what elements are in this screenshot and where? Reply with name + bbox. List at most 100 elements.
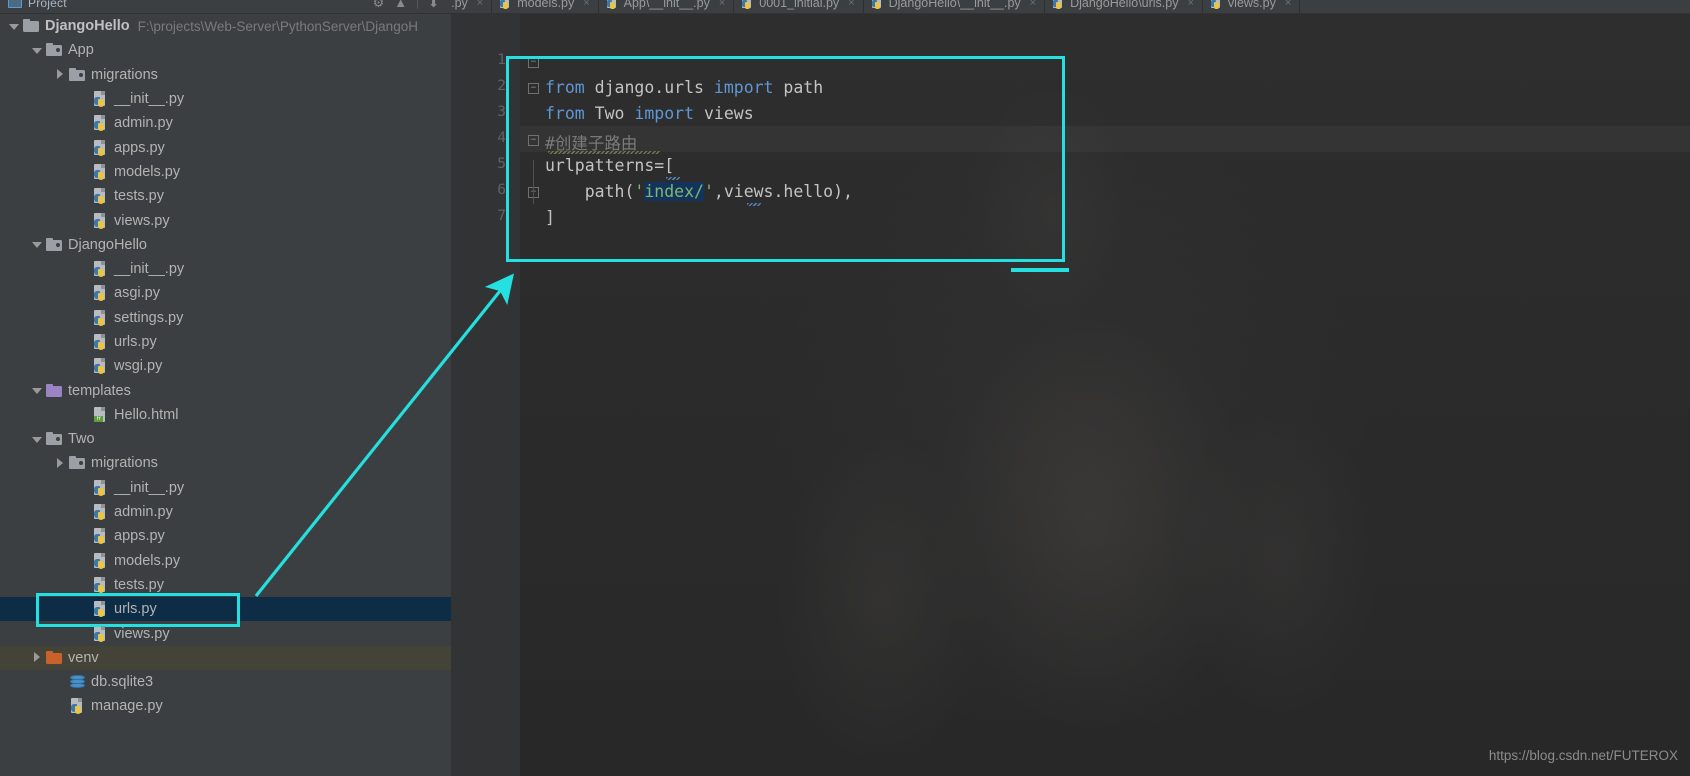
tree-row-label: asgi.py: [114, 285, 160, 302]
tree-row-two[interactable]: Two: [0, 427, 451, 451]
py-icon: [92, 188, 109, 205]
tree-row-template-[interactable]: templates: [0, 378, 451, 402]
chevron-right-icon[interactable]: [54, 457, 67, 470]
chevron-down-icon[interactable]: [31, 44, 44, 57]
tree-row-url--py[interactable]: urls.py: [0, 597, 451, 622]
tree-row-te-t--py[interactable]: tests.py: [0, 573, 451, 597]
tree-row-hello-html[interactable]: H Hello.html: [0, 403, 451, 427]
tree-row-__init__-py[interactable]: __init__.py: [0, 476, 451, 500]
close-icon[interactable]: ×: [583, 0, 589, 9]
close-icon[interactable]: ×: [1187, 0, 1193, 9]
tree-row-label: wsgi.py: [114, 358, 163, 375]
code-token: import: [634, 104, 695, 123]
close-icon[interactable]: ×: [1030, 0, 1036, 9]
close-icon[interactable]: ×: [848, 0, 854, 9]
tree-row-app--py[interactable]: apps.py: [0, 524, 451, 548]
line-number: 5: [497, 156, 506, 172]
tree-row-url--py[interactable]: urls.py: [0, 330, 451, 354]
tree-row-djangohello[interactable]: DjangoHello: [0, 233, 451, 257]
editor-area: apps.py×models.py×App\__init__.py×0001_i…: [451, 0, 1690, 776]
code-line-7[interactable]: ]: [545, 208, 555, 227]
python-file-icon: [871, 0, 884, 9]
tree-row-label: App: [68, 42, 94, 59]
tree-row-te-t--py[interactable]: tests.py: [0, 184, 451, 208]
tree-row-__init__-py[interactable]: __init__.py: [0, 87, 451, 111]
tree-row-label: models.py: [114, 163, 181, 180]
fold-guide-line: [533, 160, 534, 204]
chevron-down-icon[interactable]: [31, 433, 44, 446]
code-fold-icon[interactable]: −: [528, 83, 539, 94]
tree-row-model--py[interactable]: models.py: [0, 549, 451, 573]
tree-row--etting--py[interactable]: settings.py: [0, 306, 451, 330]
py-icon: [69, 698, 86, 715]
code-token: from: [545, 78, 585, 97]
editor-tab-models-py[interactable]: models.py ×: [492, 0, 599, 13]
editor-tab-label: App\__init__.py: [623, 0, 710, 10]
tree-row-manage-py[interactable]: manage.py: [0, 694, 451, 718]
tree-row-label: models.py: [114, 552, 181, 569]
settings-gear-icon[interactable]: ⚙: [373, 0, 385, 9]
chevron-down-icon[interactable]: [31, 384, 44, 397]
tree-row-a-gi-py[interactable]: asgi.py: [0, 281, 451, 305]
chevron-down-icon[interactable]: [31, 238, 44, 251]
editor-tab-label: DjangoHello\__init__.py: [888, 0, 1021, 10]
editor-tab-djangohello-__init__-py[interactable]: DjangoHello\__init__.py ×: [864, 0, 1046, 13]
chevron-right-icon[interactable]: [54, 68, 67, 81]
tree-row-label: DjangoHello: [68, 236, 147, 253]
tree-row-migration-[interactable]: migrations: [0, 451, 451, 475]
code-line-2[interactable]: from django.urls import path: [545, 78, 823, 97]
tree-row-label: settings.py: [114, 309, 184, 326]
current-line-highlight: [520, 126, 1690, 152]
tree-row-app[interactable]: App: [0, 38, 451, 62]
tree-row-label: urls.py: [114, 601, 157, 618]
tree-row-label: venv: [68, 649, 99, 666]
tree-row-migration-[interactable]: migrations: [0, 63, 451, 87]
tree-row-__init__-py[interactable]: __init__.py: [0, 257, 451, 281]
close-icon[interactable]: ×: [719, 0, 725, 9]
code-line-5[interactable]: urlpatterns=[: [545, 156, 674, 175]
tree-row-view--py[interactable]: views.py: [0, 208, 451, 232]
line-number: 6: [497, 182, 506, 198]
editor-tab-djangohello-urls-py[interactable]: DjangoHello\urls.py ×: [1045, 0, 1203, 13]
tree-row-admin-py[interactable]: admin.py: [0, 500, 451, 524]
tree-row-admin-py[interactable]: admin.py: [0, 111, 451, 135]
code-content[interactable]: from django.urls import path from Two imp…: [520, 14, 1690, 776]
tree-row-label: views.py: [114, 212, 170, 229]
tree-row-w-gi-py[interactable]: wsgi.py: [0, 354, 451, 378]
tree-row-venv[interactable]: venv: [0, 645, 451, 671]
py-icon: [92, 576, 109, 593]
inspection-squiggle: [666, 177, 680, 180]
code-line-6[interactable]: path('index/',views.hello),: [545, 182, 853, 201]
tree-row-view--py[interactable]: views.py: [0, 621, 451, 645]
editor-tab-app-__init__-py[interactable]: App\__init__.py ×: [599, 0, 735, 13]
python-file-icon: [1210, 0, 1223, 9]
editor-tab-apps-py[interactable]: apps.py ×: [451, 0, 493, 13]
editor-tab-label: apps.py: [451, 0, 468, 10]
code-fold-icon[interactable]: −: [528, 57, 539, 68]
tree-row-model--py[interactable]: models.py: [0, 160, 451, 184]
tree-row-djangohello[interactable]: DjangoHello F:\projects\Web-Server\Python…: [0, 14, 451, 38]
folder-icon: [46, 431, 63, 447]
chevron-right-icon[interactable]: [31, 651, 44, 664]
tree-row-label: db.sqlite3: [91, 674, 154, 691]
editor-tab-views-py[interactable]: views.py ×: [1203, 0, 1301, 13]
project-file-tree[interactable]: DjangoHello F:\projects\Web-Server\Python…: [0, 14, 451, 776]
tree-row-db--qlite3[interactable]: db.sqlite3: [0, 670, 451, 694]
collapse-all-icon[interactable]: ▲: [394, 0, 407, 9]
tree-row-app--py[interactable]: apps.py: [0, 135, 451, 159]
close-icon[interactable]: ×: [1285, 0, 1291, 9]
line-number: 1: [497, 52, 506, 68]
hide-icon[interactable]: ⬇: [428, 0, 439, 9]
code-fold-icon[interactable]: −: [528, 135, 539, 146]
code-line-3[interactable]: from Two import views: [545, 104, 754, 123]
editor-tab-bar[interactable]: apps.py×models.py×App\__init__.py×0001_i…: [451, 0, 1690, 14]
py-icon: [92, 504, 109, 521]
close-icon[interactable]: ×: [477, 0, 483, 9]
editor-tab-0001_initial-py[interactable]: 0001_initial.py ×: [734, 0, 864, 13]
chevron-down-icon[interactable]: [8, 20, 21, 33]
